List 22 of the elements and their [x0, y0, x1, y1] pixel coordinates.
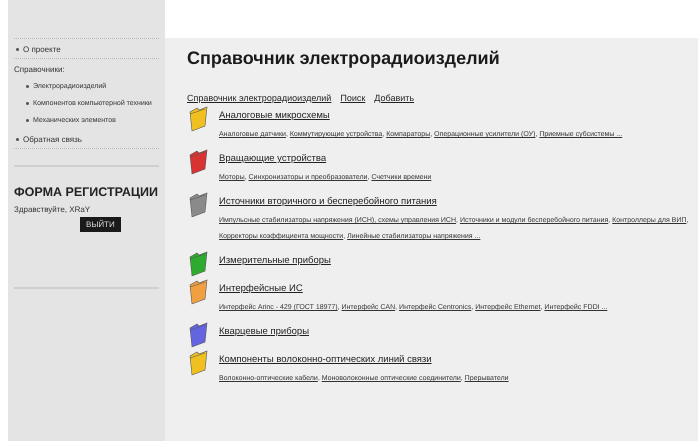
nav-link[interactable]: Поиск [340, 93, 366, 103]
category-link[interactable]: Компоненты волоконно-оптических линий связи [219, 354, 509, 365]
bullet-icon [26, 119, 29, 122]
menu-link[interactable]: Обратная связь [23, 135, 82, 144]
nav-link[interactable]: Справочник электрорадиоизделий [187, 93, 332, 103]
bullet-icon [26, 85, 29, 88]
category-link[interactable]: Аналоговые микросхемы [219, 110, 622, 121]
category-link[interactable]: Интерфейсные ИС [219, 283, 608, 294]
bullet-icon [16, 138, 19, 141]
menu-link[interactable]: О проекте [23, 45, 61, 54]
registration-title: ФОРМА РЕГИСТРАЦИИ [14, 185, 159, 199]
category-link[interactable]: Вращающие устройства [219, 153, 432, 164]
category-link[interactable]: Измерительные приборы [219, 255, 331, 266]
category-link[interactable]: Кварцевые приборы [219, 326, 310, 337]
category-link[interactable]: Источники вторичного и бесперебойного питания [219, 196, 690, 207]
logout-button[interactable]: ВЫЙТИ [80, 217, 121, 232]
bullet-icon [26, 102, 29, 105]
page-title: Справочник электрорадиоизделий [187, 48, 501, 69]
greeting-text: Здравствуйте, XRaY [14, 205, 92, 214]
bullet-icon [16, 48, 19, 51]
menu-heading: Справочники: [14, 65, 65, 74]
nav-link[interactable]: Добавить [374, 93, 414, 103]
